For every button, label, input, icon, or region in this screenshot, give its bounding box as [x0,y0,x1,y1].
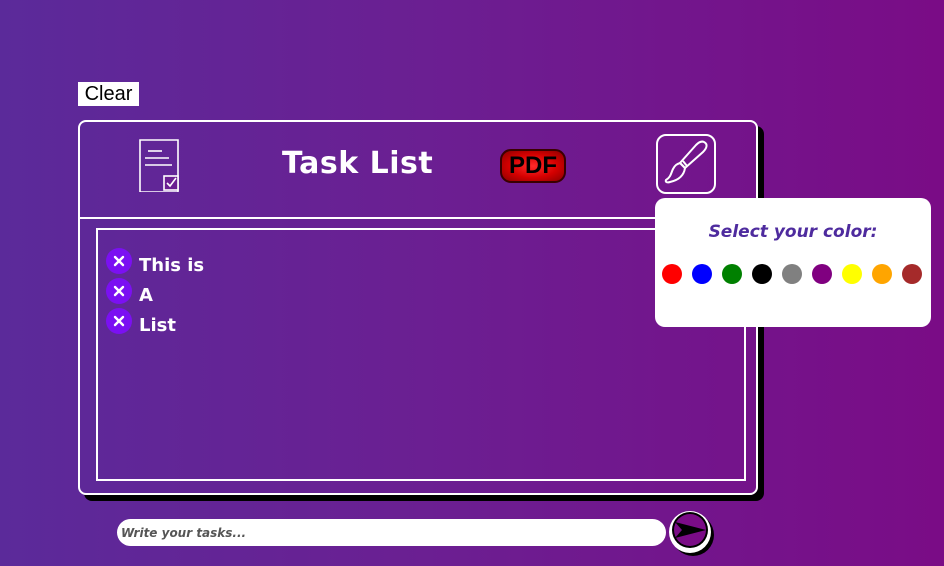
color-swatch[interactable] [812,264,832,284]
delete-task-button[interactable] [106,308,132,334]
paintbrush-icon [661,137,711,191]
task-list-area: This is A List [96,228,746,481]
color-swatch[interactable] [692,264,712,284]
add-task-button[interactable] [669,511,711,553]
color-swatch[interactable] [722,264,742,284]
color-swatch[interactable] [752,264,772,284]
delete-task-button[interactable] [106,278,132,304]
close-icon [113,285,125,297]
color-swatch[interactable] [662,264,682,284]
task-text: A [139,284,153,306]
color-swatches [662,264,932,284]
send-arrow-icon [670,510,710,554]
color-picker-title: Select your color: [708,222,878,242]
list-item: This is [106,248,205,280]
color-swatch[interactable] [872,264,892,284]
color-picker-button[interactable] [656,134,716,194]
color-swatch[interactable] [902,264,922,284]
task-input[interactable] [117,519,666,546]
delete-task-button[interactable] [106,248,132,274]
pdf-button[interactable]: PDF [500,149,566,183]
task-text: This is [139,254,205,276]
close-icon [113,255,125,267]
task-list: This is A List [106,248,205,340]
close-icon [113,315,125,327]
color-swatch[interactable] [782,264,802,284]
clear-button[interactable]: Clear [78,82,139,106]
list-item: A [106,278,204,310]
document-check-icon [137,138,183,193]
color-swatch[interactable] [842,264,862,284]
task-text: List [139,314,176,336]
color-picker-panel: Select your color: [655,198,931,327]
list-item: List [106,308,204,340]
page-title: Task List [282,146,434,181]
